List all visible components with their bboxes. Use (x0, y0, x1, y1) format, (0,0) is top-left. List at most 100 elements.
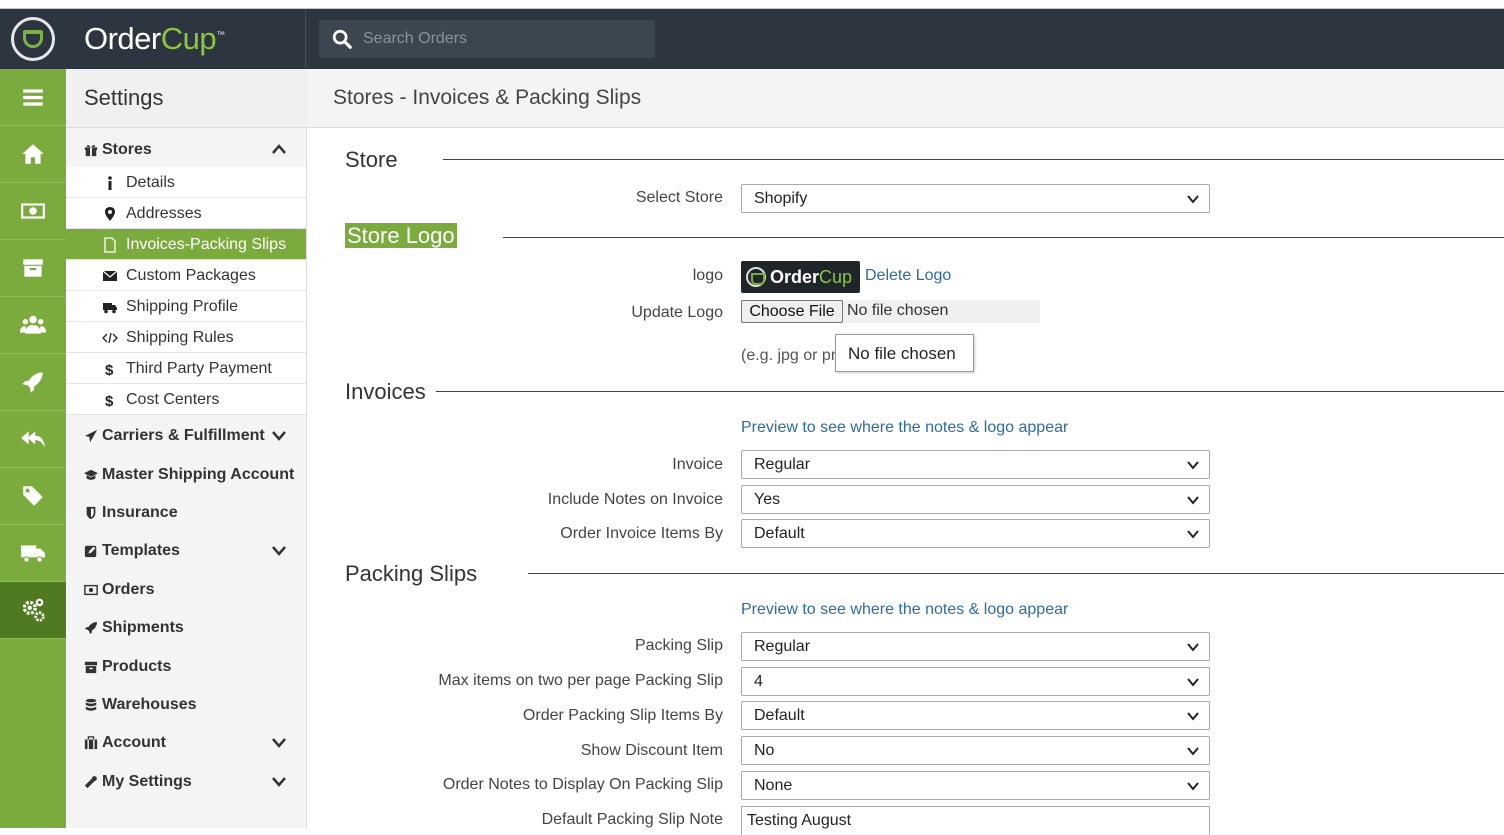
file-icon (104, 237, 116, 253)
reply-all-icon (21, 431, 45, 448)
file-tooltip: No file chosen (835, 334, 974, 372)
order-invoice-items-dropdown[interactable]: Default (741, 519, 1210, 548)
settings-title: Settings (84, 85, 164, 110)
show-discount-dropdown[interactable]: No (741, 736, 1210, 765)
order-notes-label: Order Notes to Display On Packing Slip (442, 776, 723, 793)
rocket-icon (22, 372, 43, 393)
sidebar-item-invoices-packing-slips[interactable]: Invoices-Packing Slips (66, 229, 306, 260)
select-store-label: Select Store (635, 189, 723, 206)
search-icon[interactable] (331, 28, 353, 50)
default-note-label: Default Packing Slip Note (541, 811, 723, 828)
svg-text:$: $ (105, 362, 114, 377)
divider (528, 573, 1504, 574)
sidebar-item-details[interactable]: Details (66, 167, 306, 198)
chevron-down-icon[interactable] (272, 544, 286, 556)
rail-products[interactable] (0, 240, 66, 297)
logo-label: logo (692, 267, 723, 284)
envelope-icon (102, 270, 118, 281)
logo-file-input[interactable]: Choose File No file chosen (741, 300, 1040, 323)
section-heading-packing-slips: Packing Slips (345, 561, 478, 586)
menu-section-products[interactable]: Products (66, 648, 306, 686)
rail-orders[interactable] (0, 183, 66, 240)
plane-icon (84, 429, 98, 443)
chevron-down-icon[interactable] (272, 429, 286, 441)
rail-returns[interactable] (0, 411, 66, 468)
max-items-label: Max items on two per page Packing Slip (438, 672, 723, 689)
home-icon (22, 144, 44, 164)
choose-file-button[interactable]: Choose File (741, 300, 843, 323)
select-store-dropdown[interactable]: Shopify (741, 184, 1210, 213)
sidebar-item-shipping-rules[interactable]: Shipping Rules (66, 322, 306, 353)
gift-icon (84, 144, 98, 157)
include-notes-dropdown[interactable]: Yes (741, 485, 1210, 514)
truck-icon (21, 545, 45, 563)
code-icon (102, 332, 118, 344)
section-heading-store: Store (345, 147, 398, 172)
rail-shipments[interactable] (0, 354, 66, 411)
rail-home[interactable] (0, 126, 66, 183)
sidebar-item-cost-centers[interactable]: $ Cost Centers (66, 384, 306, 415)
rail-settings[interactable] (0, 582, 66, 639)
menu-section-stores[interactable]: Stores (66, 131, 306, 169)
menu-section-warehouses[interactable]: Warehouses (66, 686, 306, 724)
delete-logo-link[interactable]: Delete Logo (865, 267, 951, 285)
graduation-cap-icon (84, 469, 98, 480)
divider (503, 237, 1504, 238)
sidebar-item-shipping-profile[interactable]: Shipping Profile (66, 291, 306, 322)
menu-section-master-shipping-account[interactable]: Master Shipping Account (66, 456, 306, 494)
default-note-textarea[interactable]: Testing August (741, 806, 1210, 835)
chevron-down-icon[interactable] (272, 775, 286, 787)
chevron-down-icon (1187, 712, 1199, 721)
menu-section-my-settings[interactable]: My Settings (66, 763, 306, 801)
chevron-down-icon (1187, 496, 1199, 505)
section-heading-invoices: Invoices (345, 379, 426, 404)
database-icon (85, 698, 97, 711)
menu-section-shipments[interactable]: Shipments (66, 609, 306, 647)
tag-icon (23, 486, 43, 506)
archive-icon (84, 661, 98, 674)
archive-icon (23, 259, 43, 277)
menu-section-carriers-fulfillment[interactable]: Carriers & Fulfillment (66, 417, 306, 455)
packing-slip-dropdown[interactable]: Regular (741, 632, 1210, 661)
sidebar-item-custom-packages[interactable]: Custom Packages (66, 260, 306, 291)
order-packing-items-dropdown[interactable]: Default (741, 701, 1210, 730)
invoice-preview-link[interactable]: Preview to see where the notes & logo ap… (741, 419, 1068, 437)
logo-format-hint: (e.g. jpg or pn (741, 347, 840, 364)
chevron-down-icon (1187, 530, 1199, 539)
max-items-dropdown[interactable]: 4 (741, 667, 1210, 696)
menu-toggle-button[interactable] (0, 69, 66, 126)
breadcrumb-bar: Stores - Invoices & Packing Slips (307, 69, 1504, 128)
sidebar-item-addresses[interactable]: Addresses (66, 198, 306, 229)
rocket-icon (84, 621, 98, 635)
invoice-dropdown[interactable]: Regular (741, 450, 1210, 479)
order-invoice-items-label: Order Invoice Items By (560, 525, 723, 542)
briefcase-icon (84, 736, 98, 750)
dollar-icon: $ (105, 393, 114, 408)
settings-title-bar: Settings (66, 69, 307, 128)
rail-customers[interactable] (0, 297, 66, 354)
menu-section-insurance[interactable]: Insurance (66, 494, 306, 532)
menu-section-account[interactable]: Account (66, 724, 306, 762)
menu-section-orders[interactable]: Orders (66, 571, 306, 609)
rail-tags[interactable] (0, 468, 66, 525)
chevron-down-icon (1187, 195, 1199, 204)
icon-rail (0, 69, 66, 828)
chevron-down-icon (1187, 782, 1199, 791)
chevron-up-icon[interactable] (272, 143, 286, 155)
menu-section-templates[interactable]: Templates (66, 532, 306, 570)
rail-shipping[interactable] (0, 525, 66, 582)
money-icon (84, 584, 98, 596)
brand[interactable]: OrderCup™ (0, 9, 306, 69)
top-strip (0, 0, 1504, 9)
packing-preview-link[interactable]: Preview to see where the notes & logo ap… (741, 601, 1068, 619)
brand-name: OrderCup™ (84, 21, 225, 56)
app-header: OrderCup™ (0, 9, 1504, 69)
ordercup-logo-icon (11, 17, 55, 61)
chevron-down-icon[interactable] (272, 736, 286, 748)
gears-icon (22, 598, 45, 622)
sidebar-item-third-party-payment[interactable]: $ Third Party Payment (66, 353, 306, 384)
page-title: Stores - Invoices & Packing Slips (333, 86, 642, 109)
order-notes-dropdown[interactable]: None (741, 771, 1210, 800)
search-input[interactable] (363, 28, 643, 50)
divider (443, 159, 1504, 160)
